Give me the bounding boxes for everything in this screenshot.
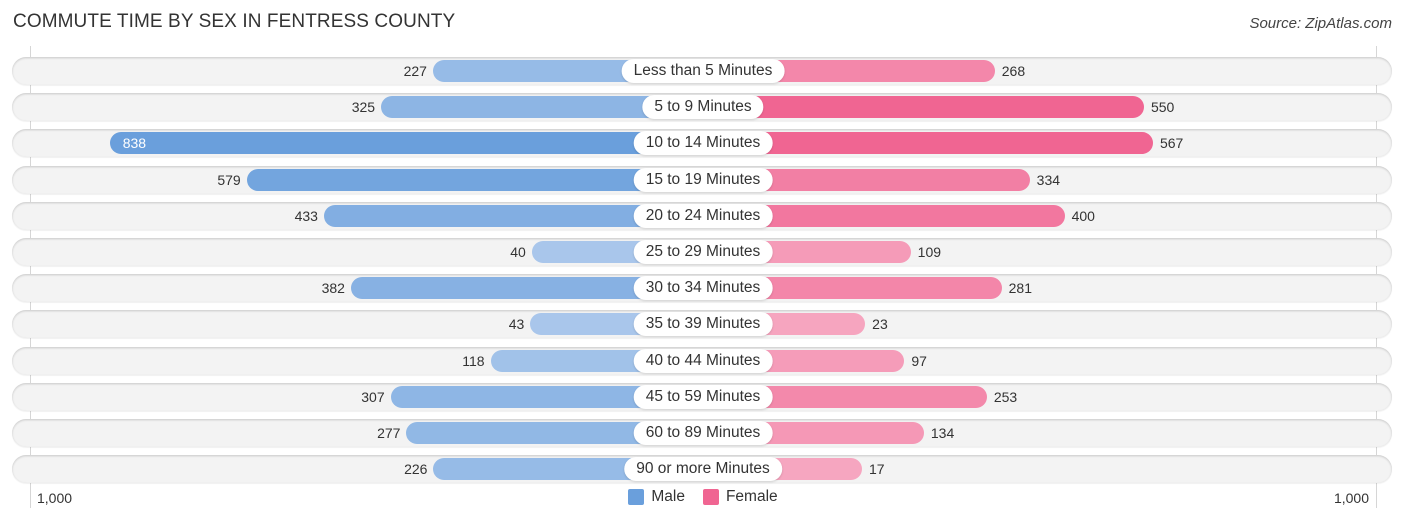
legend: Male Female	[0, 488, 1406, 506]
value-label-female: 97	[911, 352, 927, 369]
legend-item-female[interactable]: Female	[702, 488, 778, 506]
value-label-female: 23	[872, 316, 888, 333]
legend-label-male: Male	[651, 488, 685, 505]
category-label: 20 to 24 Minutes	[633, 203, 773, 228]
category-label: 45 to 59 Minutes	[633, 384, 773, 409]
category-label: 30 to 34 Minutes	[633, 276, 773, 301]
source-label: Source: ZipAtlas.com	[1249, 15, 1392, 32]
value-label-female: 281	[1008, 280, 1032, 297]
value-label-male: 227	[403, 63, 427, 79]
value-label-male: 118	[462, 352, 485, 369]
value-label-male: 838	[122, 135, 147, 152]
value-label-male: 382	[321, 280, 345, 297]
value-label-male: 307	[361, 388, 385, 405]
legend-swatch-female	[702, 489, 719, 505]
category-label: 5 to 9 Minutes	[642, 95, 764, 120]
legend-item-male[interactable]: Male	[628, 488, 685, 506]
category-label: 25 to 29 Minutes	[633, 240, 773, 264]
value-label-female: 550	[1150, 99, 1175, 116]
category-label: 35 to 39 Minutes	[633, 312, 773, 337]
value-label-female: 134	[930, 425, 955, 441]
value-label-male: 325	[351, 99, 376, 116]
legend-label-female: Female	[725, 488, 778, 505]
chart-title: COMMUTE TIME BY SEX IN FENTRESS COUNTY	[13, 11, 456, 32]
category-label: 40 to 44 Minutes	[633, 348, 773, 373]
bar-male[interactable]	[109, 132, 703, 155]
bar-female[interactable]	[703, 96, 1144, 119]
value-label-male: 40	[510, 244, 526, 260]
category-label: 10 to 14 Minutes	[633, 131, 773, 156]
value-label-male: 277	[377, 425, 401, 441]
category-label: 15 to 19 Minutes	[633, 167, 773, 192]
value-label-male: 43	[508, 316, 525, 333]
value-label-female: 253	[993, 388, 1018, 405]
value-label-male: 226	[404, 461, 428, 478]
legend-swatch-male	[628, 489, 645, 505]
value-label-female: 334	[1036, 171, 1061, 188]
value-label-male: 579	[217, 171, 241, 188]
category-label: Less than 5 Minutes	[621, 59, 785, 83]
category-label: 60 to 89 Minutes	[633, 421, 773, 445]
value-label-female: 567	[1159, 135, 1184, 152]
value-label-female: 17	[868, 461, 885, 478]
value-label-female: 268	[1001, 63, 1026, 79]
value-label-female: 109	[917, 244, 942, 260]
category-label: 90 or more Minutes	[624, 457, 782, 482]
value-label-female: 400	[1071, 207, 1095, 224]
value-label-male: 433	[294, 207, 318, 224]
